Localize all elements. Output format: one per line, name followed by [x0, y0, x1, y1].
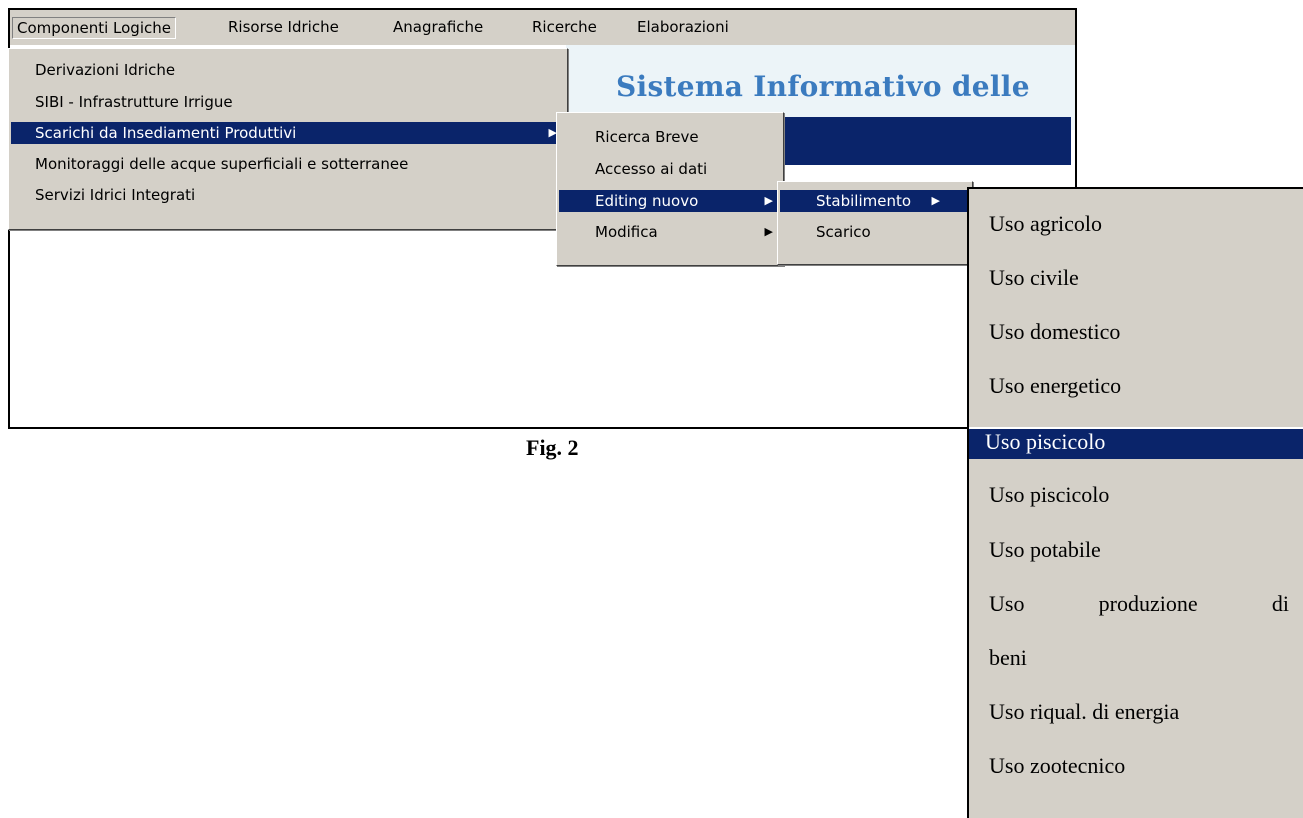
menu-componenti-logiche[interactable]: Componenti Logiche	[12, 17, 176, 39]
menu-item-editing-nuovo[interactable]: Editing nuovo ▶	[559, 190, 781, 212]
use-item-produzione-beni[interactable]: Uso produzione di	[989, 591, 1289, 617]
submenu-arrow-icon: ▶	[764, 225, 773, 238]
menu-componenti-dropdown: Derivazioni Idriche SIBI - Infrastruttur…	[8, 48, 568, 230]
use-item-potabile[interactable]: Uso potabile	[989, 537, 1289, 563]
menu-anagrafiche[interactable]: Anagrafiche	[389, 17, 487, 39]
menu-item-monitoraggi[interactable]: Monitoraggi delle acque superficiali e s…	[11, 153, 565, 175]
menu-editing-submenu: Stabilimento ▶ Scarico	[777, 181, 973, 265]
banner-title: Sistema Informativo delle	[616, 70, 1030, 103]
use-item-produzione-beni-cont[interactable]: beni	[989, 645, 1289, 671]
use-item-agricolo[interactable]: Uso agricolo	[989, 211, 1289, 237]
menu-elaborazioni[interactable]: Elaborazioni	[633, 17, 733, 39]
submenu-arrow-icon: ▶	[931, 194, 940, 207]
submenu-arrow-icon: ▶	[764, 194, 773, 207]
menu-item-sibi[interactable]: SIBI - Infrastrutture Irrigue	[11, 91, 565, 113]
menu-item-servizi-idrici[interactable]: Servizi Idrici Integrati	[11, 184, 565, 206]
use-item-civile[interactable]: Uso civile	[989, 265, 1289, 291]
menu-item-scarico[interactable]: Scarico	[780, 221, 970, 243]
use-item-riqual-energia[interactable]: Uso riqual. di energia	[989, 699, 1289, 725]
use-item-energetico[interactable]: Uso energetico	[989, 373, 1289, 399]
menu-item-derivazioni-idriche[interactable]: Derivazioni Idriche	[11, 59, 565, 81]
menu-item-scarichi[interactable]: Scarichi da Insediamenti Produttivi ▶	[11, 122, 565, 144]
menu-item-ricerca-breve[interactable]: Ricerca Breve	[559, 126, 781, 148]
use-item-domestico[interactable]: Uso domestico	[989, 319, 1289, 345]
menu-scarichi-submenu: Ricerca Breve Accesso ai dati Editing nu…	[556, 112, 784, 266]
use-item-piscicolo[interactable]: Uso piscicolo	[989, 482, 1289, 508]
use-word: di	[1271, 591, 1289, 616]
use-item-piscicolo-selected[interactable]: Uso piscicolo	[969, 427, 1303, 459]
use-item-zootecnico[interactable]: Uso zootecnico	[989, 753, 1289, 779]
figure-caption: Fig. 2	[526, 435, 579, 460]
menu-bar: Componenti Logiche Risorse Idriche Anagr…	[10, 10, 1075, 45]
menu-item-modifica[interactable]: Modifica ▶	[559, 221, 781, 243]
use-word: produzione	[1098, 591, 1198, 616]
menu-item-stabilimento[interactable]: Stabilimento ▶	[780, 190, 970, 212]
menu-risorse-idriche[interactable]: Risorse Idriche	[224, 17, 343, 39]
stabilimento-uses-menu: Uso agricolo Uso civile Uso domestico Us…	[967, 187, 1303, 818]
use-word: Uso	[989, 591, 1025, 616]
menu-ricerche[interactable]: Ricerche	[528, 17, 601, 39]
menu-item-accesso-dati[interactable]: Accesso ai dati	[559, 158, 781, 180]
